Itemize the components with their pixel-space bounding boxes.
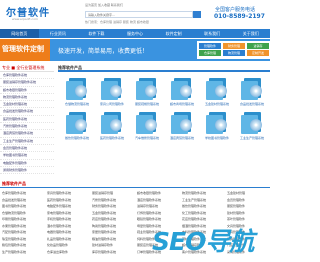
software-box-icon[interactable] bbox=[206, 112, 228, 134]
product-card[interactable]: 超市商场管理系统 bbox=[165, 78, 199, 106]
hotline-label: 全国客户服务电话 bbox=[215, 7, 256, 13]
banner-tag[interactable]: 仓库管理 bbox=[199, 50, 221, 56]
product-card[interactable]: 餐饮管理软件系统 bbox=[60, 112, 94, 140]
nav-item-custom[interactable]: 软件定制 bbox=[154, 29, 193, 38]
product-card[interactable]: 五金建材管理系统 bbox=[200, 78, 234, 106]
sidebar-item[interactable]: 仓库管理软件系统 bbox=[0, 72, 54, 80]
hot-keywords[interactable]: 热门搜索：仓库管理 进销存 服装 物流 超市收银 bbox=[85, 20, 149, 24]
sidebar-item[interactable]: 医药管理软件系统 bbox=[0, 116, 54, 124]
banner-tag[interactable]: 管理软件 bbox=[199, 43, 221, 49]
nav-item-news[interactable]: 行业资讯 bbox=[39, 29, 78, 38]
watermark-text: SEO导航 bbox=[152, 227, 254, 256]
nav-item-contact[interactable]: 联系我们 bbox=[193, 29, 232, 38]
product-name[interactable]: 食品批发管理系统 bbox=[235, 102, 269, 106]
list-title: 推荐软件产品 bbox=[0, 180, 270, 188]
sidebar-item[interactable]: 电脑配件管理软件 bbox=[0, 160, 54, 167]
sidebar-item[interactable]: 酒店宾馆管理软件系统 bbox=[0, 130, 54, 138]
hotline-number: 010-8589-2197 bbox=[214, 13, 265, 20]
sidebar-title: 专业 ■ 全行业管理系统 bbox=[0, 64, 54, 72]
category-sidebar: 专业 ■ 全行业管理系统 仓库管理软件系统 服装进销存管理软件系统 超市收银管理… bbox=[0, 64, 54, 180]
product-name[interactable]: 酒店宾馆管理系统 bbox=[165, 136, 199, 140]
banner-tag[interactable]: 进销存 bbox=[247, 43, 269, 49]
product-card[interactable]: 汽车维修管理系统 bbox=[130, 112, 164, 140]
seo-nav-watermark: SEO导航 bbox=[152, 222, 264, 256]
product-card[interactable]: 医药管理软件系统 bbox=[95, 112, 129, 140]
product-name[interactable]: 医药管理软件系统 bbox=[95, 136, 129, 140]
banner-custom-text: 管理软件定制 bbox=[2, 45, 44, 53]
nav-item-service[interactable]: 服务中心 bbox=[116, 29, 155, 38]
product-card[interactable]: 家具公司管理软件 bbox=[95, 78, 129, 106]
sidebar-item[interactable]: 会员管理软件系统 bbox=[0, 145, 54, 153]
software-box-icon[interactable] bbox=[241, 112, 263, 134]
site-logo-subtitle: www.erpsoft.com bbox=[12, 17, 38, 21]
software-box-icon[interactable] bbox=[171, 78, 193, 100]
sidebar-item[interactable]: 物流管理软件系统 bbox=[0, 94, 54, 102]
product-name[interactable]: 家具公司管理软件 bbox=[95, 102, 129, 106]
nav-item-about[interactable]: 关于我们 bbox=[231, 29, 270, 38]
hero-banner[interactable]: 管理软件定制 极速开发，简单易用，收费更低！ 管理软件 财务管理 进销存 仓库管… bbox=[0, 39, 270, 61]
product-card[interactable]: 酒店宾馆管理系统 bbox=[165, 112, 199, 140]
sidebar-item[interactable]: 五金建材管理系统 bbox=[0, 101, 54, 109]
product-name[interactable]: 超市商场管理系统 bbox=[165, 102, 199, 106]
product-name[interactable]: 餐饮管理软件系统 bbox=[60, 136, 94, 140]
banner-tag[interactable]: 财务管理 bbox=[223, 43, 245, 49]
search-button[interactable] bbox=[193, 11, 201, 18]
software-box-icon[interactable] bbox=[136, 112, 158, 134]
software-box-icon[interactable] bbox=[241, 78, 263, 100]
software-box-icon[interactable] bbox=[206, 78, 228, 100]
product-name[interactable]: 服装鞋帽管理系统 bbox=[130, 102, 164, 106]
sidebar-item[interactable]: 工业生产管理软件系统 bbox=[0, 138, 54, 145]
software-box-icon[interactable] bbox=[171, 112, 193, 134]
product-name[interactable]: 工业生产管理系统 bbox=[235, 136, 269, 140]
main-nav: 网站首页 行业资讯 软件下载 服务中心 软件定制 联系我们 关于我们 bbox=[0, 29, 270, 38]
nav-item-home[interactable]: 网站首页 bbox=[0, 29, 39, 38]
product-card[interactable]: 学校图书管理软件 bbox=[200, 112, 234, 140]
list-link[interactable]: 生产管理软件系统 bbox=[0, 249, 45, 256]
sidebar-item[interactable]: 食品批发管理软件系统 bbox=[0, 108, 54, 116]
search-input[interactable]: 请输入软件关键字... bbox=[85, 11, 193, 18]
banner-slogan: 极速开发，简单易用，收费更低！ bbox=[58, 48, 149, 55]
list-link[interactable]: 库存管理软件系统 bbox=[90, 249, 135, 256]
sidebar-item[interactable]: 通用财务管理软件 bbox=[0, 167, 54, 175]
product-name[interactable]: 五金建材管理系统 bbox=[200, 102, 234, 106]
software-box-icon[interactable] bbox=[66, 78, 88, 100]
banner-tag[interactable]: 定制开发 bbox=[247, 50, 269, 56]
banner-tag[interactable]: 物流管理 bbox=[223, 50, 245, 56]
recommended-products: 推荐软件产品 仓储物流管理系统 家具公司管理软件 服装鞋帽管理系统 超市商场管理系统五… bbox=[58, 64, 270, 140]
products-title: 推荐软件产品 bbox=[58, 64, 270, 72]
software-box-icon[interactable] bbox=[136, 78, 158, 100]
sidebar-item[interactable]: 学校图书管理系统 bbox=[0, 152, 54, 160]
list-link[interactable]: 仓库进出库软件 bbox=[45, 249, 90, 256]
sidebar-item[interactable]: 汽修管理软件系统 bbox=[0, 123, 54, 131]
sidebar-item[interactable]: 服装进销存管理软件系统 bbox=[0, 79, 54, 87]
software-box-icon[interactable] bbox=[101, 112, 123, 134]
software-box-icon[interactable] bbox=[101, 78, 123, 100]
product-card[interactable]: 食品批发管理系统 bbox=[235, 78, 269, 106]
software-box-icon[interactable] bbox=[66, 112, 88, 134]
banner-tag-panel: 管理软件 财务管理 进销存 仓库管理 物流管理 定制开发 bbox=[197, 41, 270, 59]
sidebar-item[interactable]: 超市收银管理软件 bbox=[0, 87, 54, 94]
product-card[interactable]: 仓储物流管理系统 bbox=[60, 78, 94, 106]
product-card[interactable]: 工业生产管理系统 bbox=[235, 112, 269, 140]
product-name[interactable]: 学校图书管理软件 bbox=[200, 136, 234, 140]
top-links[interactable]: 设为首页 加入收藏 联系我们 bbox=[85, 3, 123, 7]
banner-custom-badge: 管理软件定制 bbox=[0, 39, 50, 61]
product-name[interactable]: 汽车维修管理系统 bbox=[130, 136, 164, 140]
product-card[interactable]: 服装鞋帽管理系统 bbox=[130, 78, 164, 106]
product-name[interactable]: 仓储物流管理系统 bbox=[60, 102, 94, 106]
nav-item-download[interactable]: 软件下载 bbox=[77, 29, 116, 38]
